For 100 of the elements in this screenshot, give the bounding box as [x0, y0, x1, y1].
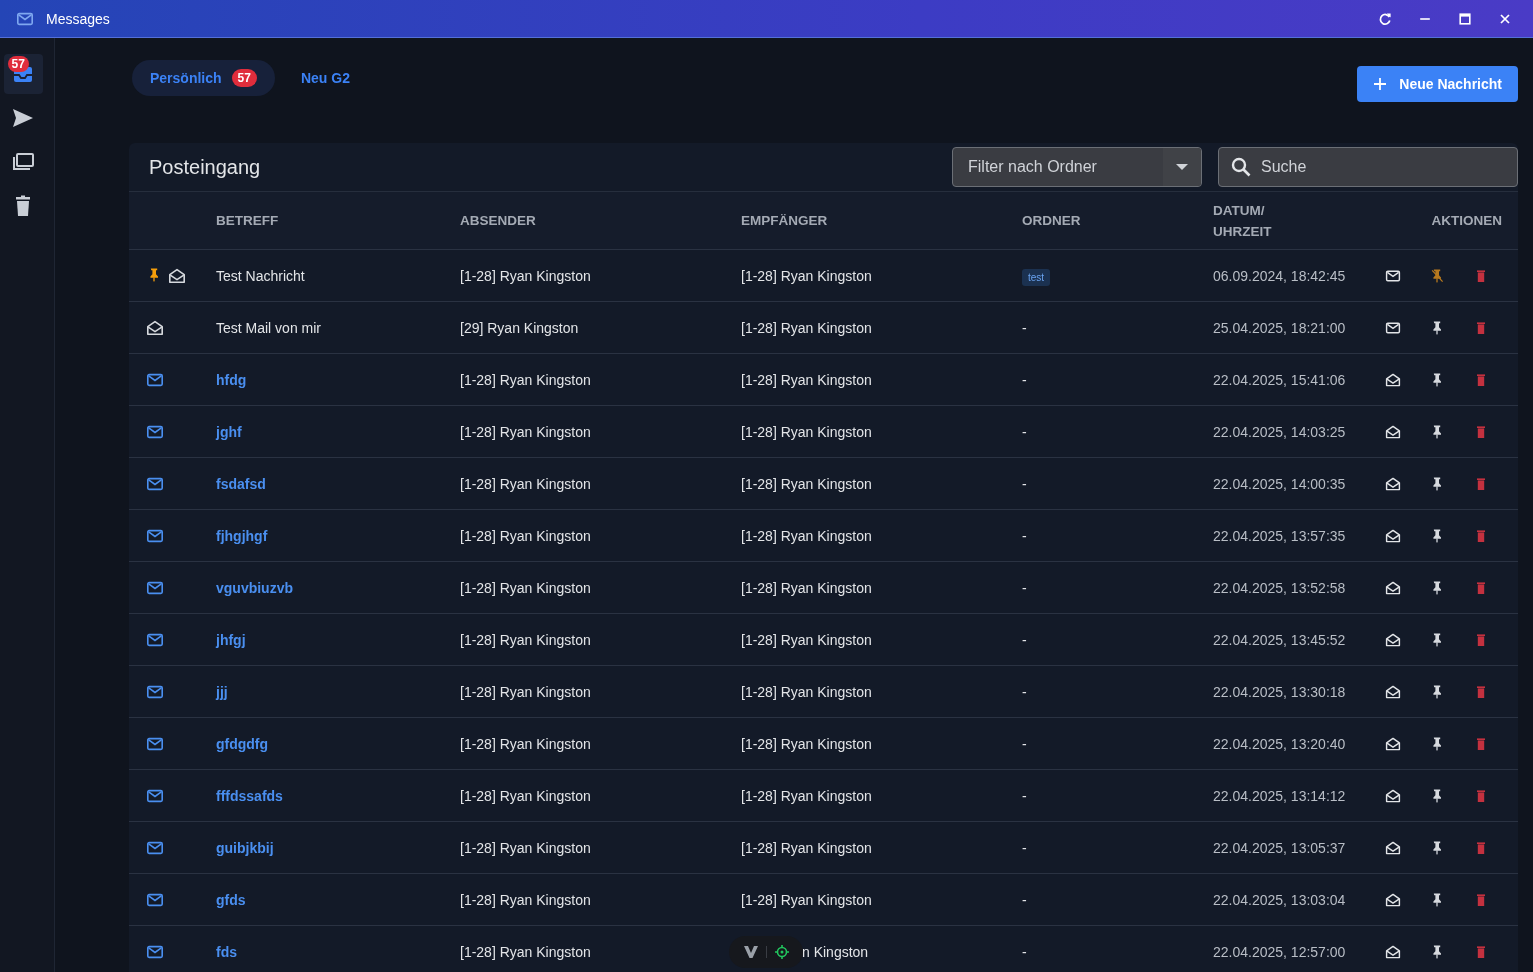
table-cell-text: [1-28] Ryan Kingston	[460, 475, 592, 492]
table-cell-text: [1-28] Ryan Kingston	[460, 891, 592, 908]
count-badge: 57	[231, 69, 257, 87]
table-cell-text: [1-28] Ryan Kingston	[460, 683, 592, 700]
table-cell: -	[1022, 319, 1027, 336]
subject-cell[interactable]: guibjkbij	[216, 839, 460, 856]
table-cell: [1-28] Ryan Kingston	[741, 475, 872, 492]
folder-tag: test	[1022, 268, 1051, 286]
table-cell-text: [29] Ryan Kingston	[460, 319, 580, 336]
caret-icon	[1176, 163, 1188, 171]
open-envelope-icon[interactable]	[1385, 787, 1401, 804]
subject-cell[interactable]: gfdgdfg	[216, 735, 460, 752]
table-cell-text: [1-28] Ryan Kingston	[460, 423, 592, 440]
subject-cell[interactable]: jghf	[216, 423, 460, 440]
table-cell: -	[1022, 735, 1027, 752]
subject-cell[interactable]: Test Nachricht	[216, 267, 460, 284]
open-envelope-icon[interactable]	[1385, 735, 1401, 752]
date-cell-text: 22.04.2025, 15:41:06	[1213, 371, 1347, 388]
table-cell: -	[1022, 371, 1027, 388]
date-cell-text: 22.04.2025, 13:14:12	[1213, 787, 1347, 804]
subject-cell[interactable]: fffdssafds	[216, 787, 460, 804]
table-cell-text: [1-28] Ryan Kingston	[460, 579, 592, 596]
table-cell: -	[1022, 527, 1027, 544]
table-cell-text: [1-28] Ryan Kingston	[460, 839, 592, 856]
table-cell: -	[1022, 475, 1027, 492]
subject-cell[interactable]: jjj	[216, 683, 460, 700]
open-envelope-icon[interactable]	[1385, 839, 1401, 856]
table-cell-text: [1-28] Ryan Kingston	[460, 371, 592, 388]
target-icon	[774, 944, 789, 959]
new-message-button[interactable]: Neue Nachricht	[1357, 66, 1518, 102]
table-cell-text: [1-28] Ryan Kingston	[460, 787, 592, 804]
open-envelope-icon[interactable]	[1385, 475, 1401, 492]
table-cell: [1-28] Ryan Kingston	[741, 319, 872, 336]
date-cell-text: 22.04.2025, 13:52:58	[1213, 579, 1347, 596]
chevron-icon	[743, 945, 758, 958]
devtools-toolbar[interactable]	[729, 935, 803, 968]
column-header: AKTIONEN	[1430, 212, 1503, 230]
subject-cell[interactable]: jhfgj	[216, 631, 460, 648]
date-cell-text: 22.04.2025, 14:00:35	[1213, 475, 1347, 492]
date-cell-text: 22.04.2025, 12:57:00	[1213, 943, 1347, 960]
table-cell: [1-28] Ryan Kingston	[741, 371, 872, 388]
table-cell: -	[1022, 839, 1027, 856]
subject-cell[interactable]: fsdafsd	[216, 475, 460, 492]
inbox-title: Posteingang	[149, 155, 262, 179]
table-cell-text: [1-28] Ryan Kingston	[460, 943, 592, 960]
table-cell: -	[1022, 787, 1027, 804]
table-cell: [1-28] Ryan Kingston	[741, 267, 872, 284]
table-cell: -	[1022, 943, 1027, 960]
table-cell: n Kingston	[802, 943, 869, 960]
column-header: BETREFF	[216, 212, 280, 230]
date-cell-text: 22.04.2025, 13:03:04	[1213, 891, 1347, 908]
date-cell-text: 06.09.2024, 18:42:45	[1213, 267, 1347, 284]
refresh-icon[interactable]	[1377, 10, 1393, 27]
table-cell: -	[1022, 891, 1027, 908]
tab[interactable]: Neu G2	[282, 60, 368, 96]
maximize-icon[interactable]	[1457, 10, 1473, 27]
subject-cell[interactable]: vguvbiuzvb	[216, 579, 460, 596]
open-envelope-icon[interactable]	[1385, 423, 1401, 440]
subject-cell[interactable]: fjhgjhgf	[216, 527, 460, 544]
table-cell-text: [1-28] Ryan Kingston	[460, 267, 592, 284]
column-header: DATUM/ UHRZEIT	[1213, 201, 1273, 241]
table-cell: [1-28] Ryan Kingston	[741, 735, 872, 752]
open-envelope-icon[interactable]	[1385, 631, 1401, 648]
table-cell: [1-28] Ryan Kingston	[741, 423, 872, 440]
table-cell: -	[1022, 683, 1027, 700]
subject-cell[interactable]: gfds	[216, 891, 460, 908]
table-cell-text: [1-28] Ryan Kingston	[460, 527, 592, 544]
table-cell: [1-28] Ryan Kingston	[741, 527, 872, 544]
table-cell: [1-28] Ryan Kingston	[741, 891, 872, 908]
table-cell: -	[1022, 631, 1027, 648]
column-header: ORDNER	[1022, 212, 1082, 230]
open-envelope-icon[interactable]	[1385, 683, 1401, 700]
window-title: Messages	[46, 10, 110, 27]
sidebar-button[interactable]: 57	[3, 54, 43, 94]
subject-cell[interactable]: Test Mail von mir	[216, 319, 460, 336]
date-cell-text: 22.04.2025, 13:57:35	[1213, 527, 1347, 544]
open-envelope-icon[interactable]	[1385, 943, 1401, 960]
envelope-icon[interactable]	[1385, 319, 1401, 336]
table-cell-text: [1-28] Ryan Kingston	[460, 735, 592, 752]
date-cell-text: 22.04.2025, 14:03:25	[1213, 423, 1347, 440]
plus-icon	[1373, 77, 1388, 91]
date-cell-text: 22.04.2025, 13:05:37	[1213, 839, 1347, 856]
column-header: ABSENDER	[460, 212, 537, 230]
table-cell: [1-28] Ryan Kingston	[741, 787, 872, 804]
count-badge: 57	[7, 56, 29, 72]
table-cell: -	[1022, 423, 1027, 440]
subject-cell[interactable]: fds	[216, 943, 460, 960]
open-envelope-icon[interactable]	[1385, 527, 1401, 544]
open-envelope-icon[interactable]	[1385, 579, 1401, 596]
search-field[interactable]: Suche	[1218, 147, 1518, 187]
envelope-icon[interactable]	[1385, 267, 1401, 284]
column-header: EMPFÄNGER	[741, 212, 829, 230]
date-cell-text: 22.04.2025, 13:30:18	[1213, 683, 1347, 700]
crossed-pin-icon[interactable]	[1429, 267, 1445, 284]
open-envelope-icon[interactable]	[1385, 371, 1401, 388]
date-cell-text: 22.04.2025, 13:20:40	[1213, 735, 1347, 752]
open-envelope-icon[interactable]	[1385, 891, 1401, 908]
subject-cell[interactable]: hfdg	[216, 371, 460, 388]
tab[interactable]: Persönlich 57	[132, 60, 275, 96]
send-icon	[11, 106, 35, 130]
